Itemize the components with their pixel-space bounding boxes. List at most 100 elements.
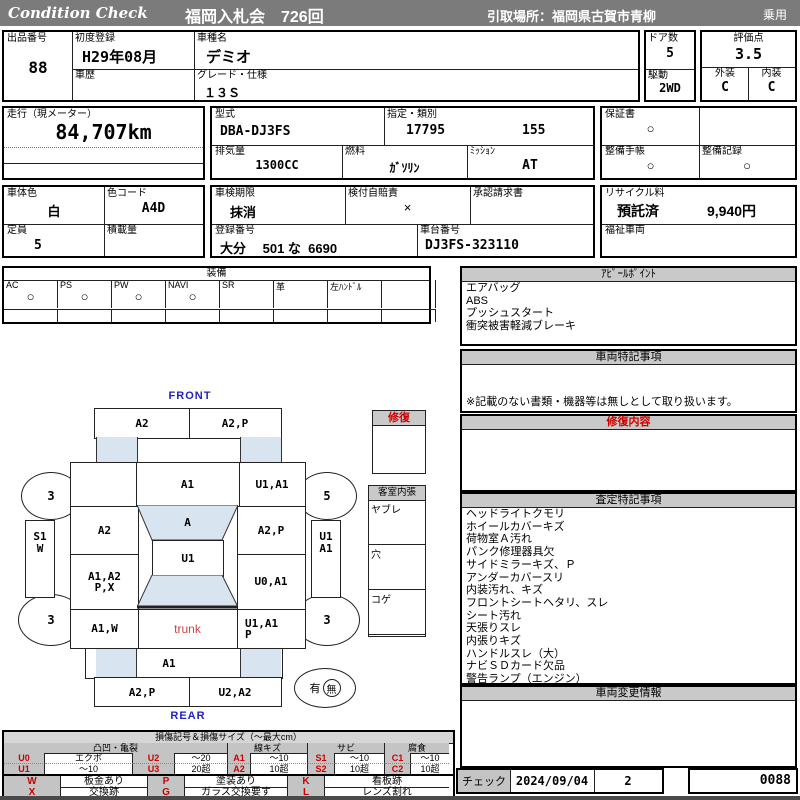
score-cell: 評価点 3.5 [702,32,795,67]
cell-rear-bumper-left: A2,P [128,685,156,699]
title-bar: Condition Check 福岡入札会 726回 引取場所：福岡県古賀市青柳… [0,0,800,26]
fuel-cell: 燃料 ｶﾞｿﾘﾝ [342,145,467,178]
cell-front-bumper-left: A2 [135,417,149,430]
recycle-box: リサイクル料 預託済 9,940円 福祉車両 [600,185,797,258]
roof-panel: U1 [152,540,224,577]
welfare-cell: 福祉車両 [605,225,645,236]
assessment-item: アンダーカバースリ [466,571,565,584]
cabin-rows: ヤブレ 穴 コゲ [369,500,425,635]
class-cell: 指定・類別 17795 155 [387,109,546,138]
model-name: デミオ [206,49,252,66]
registration-number-cell: 登録番号 大分 501 な 6690 [215,225,338,256]
body-color-cell: 車体色 白 [4,187,104,224]
cell-front-bumper-right: A2,P [221,417,249,430]
auction-sheet: Condition Check 福岡入札会 726回 引取場所：福岡県古賀市青柳… [0,0,800,800]
assessment-item: 内装汚れ、キズ [466,584,544,597]
maintenance-record-cell: 整備記録 ○ [699,145,795,178]
equipment-cell [382,280,436,308]
sheet-number-box: 0088 [688,768,798,794]
mileage-box: 走行（現メーター） 84,707km [2,106,205,180]
cell-rear-panel: A1 [162,657,176,670]
exterior-grade: C [721,80,729,95]
check-label: チェック [458,770,511,792]
doors: 5 [666,46,674,61]
recycle-fee: 9,940円 [707,203,757,219]
registration-number: 大分 501 な 6690 [220,241,338,256]
model-code-cell: 型式 DBA-DJ3FS [215,109,291,139]
side-strip-left: S1 W [25,520,55,598]
bottom-bar [0,796,800,800]
brand-logo: Condition Check [8,4,148,22]
insurance-cell: 検付自賠責 × [345,187,470,224]
cell-quarter-right: U1,A1 P [245,616,279,641]
front-corner-right [240,437,282,462]
fuel: ｶﾞｿﾘﾝ [389,161,420,175]
check-box: チェック 2024/09/04 2 [456,768,664,794]
special-notes-box: 車両特記事項 ※記載のない書類・機器等は無しとして取り扱います。 [460,349,797,413]
equipment-table: 装備 AC ○ PS ○ PW ○ NAVI ○ SR 革 左ﾊﾝﾄﾞﾙ [2,266,436,324]
assessment-item: ホイールカバーキズ [466,520,565,533]
mileage: 84,707km [55,120,152,144]
doors-drive-box: ドア数 5 駆動 2WD [644,30,696,102]
displacement: 1300CC [255,158,299,172]
chassis-number: DJ3FS-323110 [425,238,519,253]
drive: 2WD [659,81,681,95]
body-color: 白 [47,204,61,219]
cell-fender-left: A2 [97,523,112,537]
cell-cowl-right: U1,A1 [255,478,289,491]
engine-box: 型式 DBA-DJ3FS 指定・類別 17795 155 排気量 1300CC … [210,106,595,180]
assessment-item: 警告ランプ（エンジン） [466,673,587,686]
maintenance-book-mark: ○ [646,158,655,173]
capacity-cell: 定員 5 [7,225,42,253]
maintenance-book-cell: 整備手帳 ○ [602,145,699,178]
interior-grade: C [767,80,776,95]
assessment-item: サイドミラーキズ、Ｐ [466,558,576,571]
side-strip-right: U1 A1 [311,520,341,598]
color-box: 車体色 白 色コード A4D 定員 5 積載量 [2,185,205,258]
cell-fender-right: A2,P [257,523,285,537]
maintenance-record-mark: ○ [743,158,751,173]
rear-window-glass [137,575,238,609]
warranty-mark: ○ [646,121,655,136]
change-info-box: 車両変更情報 [460,685,797,768]
appeal-item: ABS [466,294,489,307]
load-cell: 積載量 [107,225,137,236]
class-number-1: 17795 [406,123,446,138]
registration-box: 車検期限 抹消 検付自賠責 × 承認請求書 登録番号 大分 501 な 6690… [210,185,595,258]
assessment-item: ナビＳＤカード欠品 [466,660,565,673]
legend-table: 損傷記号＆損傷サイズ（～最大cm） 凸凹・亀裂 線キズ サビ 腐食 U0 エクボ… [2,730,455,776]
grade: １３Ｓ [204,86,241,100]
vehicle-usage: 乗用 [763,8,788,22]
equipment-cell: AC ○ [4,280,58,308]
cell-roof: U1 [181,552,195,565]
equipment-cell: 革 [274,280,328,308]
special-notes-text: ※記載のない書類・機器等は無しとして取り扱います。 [466,396,738,408]
equipment-cell: PS ○ [58,280,112,308]
class-number-2: 155 [522,123,546,138]
pickup-location: 引取場所：福岡県古賀市青柳 [487,9,657,24]
assessment-item: シート汚れ [466,609,521,622]
model-name-cell: 車種名 デミオ [197,33,252,66]
repair-content-header: 修復内容 [462,416,795,430]
model-code: DBA-DJ3FS [220,124,291,139]
transmission: AT [522,158,538,173]
cell-door-left: A1,A2 P,X [87,569,122,594]
cell-rear-bumper-right: U2,A2 [218,685,252,699]
appeal-header: ｱﾋﾟｰﾙﾎﾟｲﾝﾄ [462,268,795,282]
equipment-row: AC ○ PS ○ PW ○ NAVI ○ SR 革 左ﾊﾝﾄﾞﾙ [4,280,436,308]
sheet-number: 0088 [759,773,791,788]
score-box: 評価点 3.5 外装 C 内装 C [700,30,797,102]
color-code: A4D [141,201,166,216]
rear-panel: A1 [85,648,283,679]
chassis-number-cell: 車台番号 DJ3FS-323110 [420,225,519,253]
transmission-cell: ﾐｯｼｮﾝ AT [467,145,593,178]
front-label: FRONT [168,390,212,402]
equipment-cell: NAVI ○ [166,280,220,308]
appeal-item: プッシュスタート [466,307,554,320]
recycle-fee-cell: リサイクル料 預託済 9,940円 [605,188,757,219]
cabin-row: ヤブレ [369,500,425,545]
assessment-item: 荷物室Ａ汚れ [466,533,532,546]
check-count: 2 [624,774,632,788]
cell-side-left-2: W [36,542,44,555]
drive-cell: 駆動 2WD [646,69,694,100]
